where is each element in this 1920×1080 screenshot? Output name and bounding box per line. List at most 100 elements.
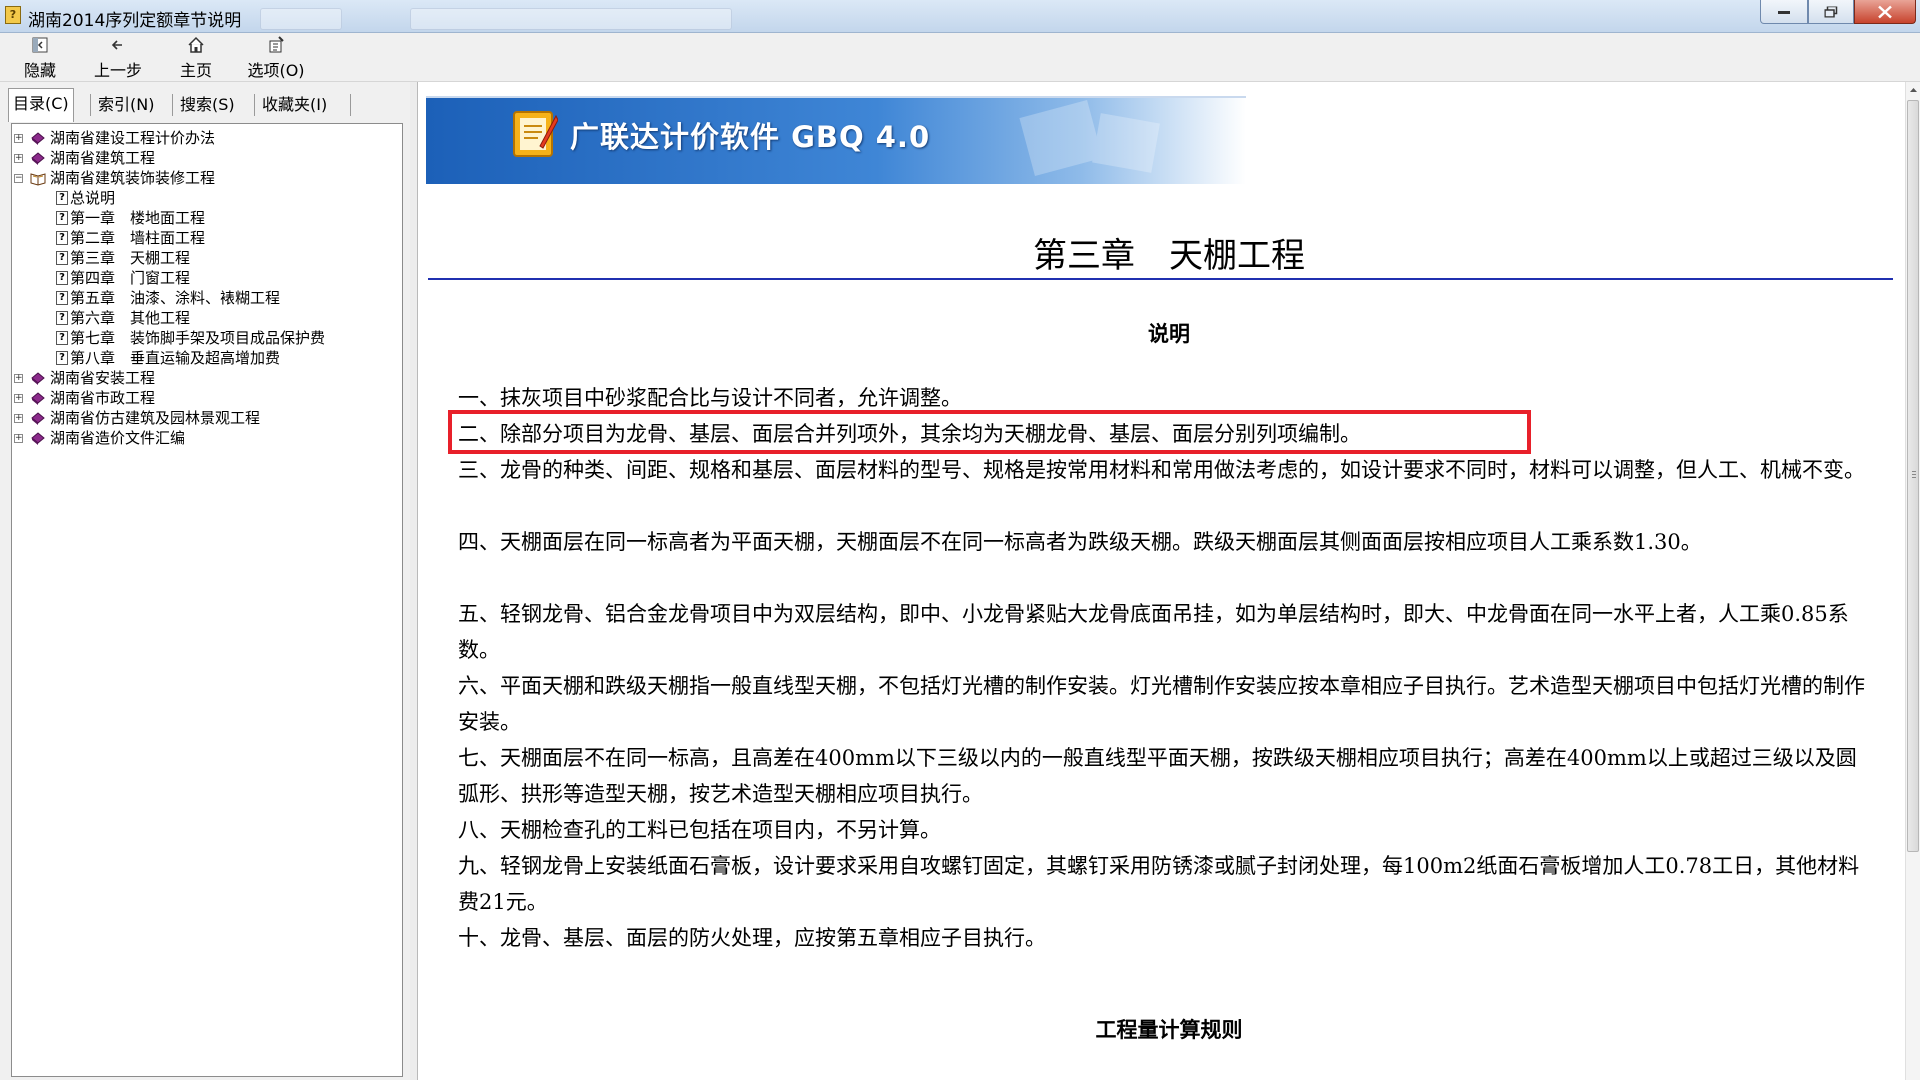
tree-item-chapter-7[interactable]: ? 第七章 装饰脚手架及项目成品保护费	[12, 328, 392, 348]
background-tab-ghost	[260, 8, 342, 30]
tree-item-label: 湖南省建筑装饰装修工程	[50, 169, 216, 187]
tree-item-chapter-4[interactable]: ? 第四章 门窗工程	[12, 268, 392, 288]
title-divider	[428, 278, 1893, 280]
book-closed-icon	[31, 412, 45, 425]
back-label: 上一步	[93, 61, 142, 80]
navigation-panel: 目录(C) 索引(N) 搜索(S) 收藏夹(I) + 湖南省建设工程计价办法 +…	[0, 82, 411, 1080]
help-page-icon: ?	[56, 351, 68, 365]
maximize-button[interactable]	[1808, 0, 1854, 24]
expand-icon[interactable]: +	[14, 414, 23, 423]
paragraph-5: 五、轻钢龙骨、铝合金龙骨项目中为双层结构，即中、小龙骨紧贴大龙骨底面吊挂，如为单…	[458, 602, 1849, 662]
hide-button[interactable]: 隐藏	[18, 35, 62, 80]
close-button[interactable]	[1854, 0, 1916, 24]
help-page-icon: ?	[56, 211, 68, 225]
contents-tree: + 湖南省建设工程计价办法 + 湖南省建筑工程 − 湖南省建筑装饰装修工程 ? …	[11, 123, 403, 1077]
tab-favorites[interactable]: 收藏夹(I)	[258, 90, 331, 120]
expand-icon[interactable]: +	[14, 434, 23, 443]
tab-separator	[172, 94, 173, 116]
paragraph-7: 七、天棚面层不在同一标高，且高差在400mm以下三级以内的一般直线型平面天棚，按…	[458, 746, 1857, 806]
content-scrollbar[interactable]	[1905, 82, 1920, 1080]
scrollbar-thumb[interactable]	[1907, 100, 1919, 852]
book-open-icon	[30, 173, 46, 186]
pane-splitter[interactable]	[410, 82, 418, 1080]
help-page-icon: ?	[56, 231, 68, 245]
book-closed-icon	[31, 432, 45, 445]
expand-icon[interactable]: +	[14, 154, 23, 163]
tree-item-chapter-5[interactable]: ? 第五章 油漆、涂料、裱糊工程	[12, 288, 392, 308]
home-button[interactable]: 主页	[176, 35, 216, 80]
tree-item-label: 第一章 楼地面工程	[70, 209, 206, 227]
help-page-icon: ?	[56, 251, 68, 265]
tree-item-landscape[interactable]: + 湖南省仿古建筑及园林景观工程	[12, 408, 392, 428]
tree-item-label: 湖南省安装工程	[50, 369, 156, 387]
tree-item-chapter-1[interactable]: ? 第一章 楼地面工程	[12, 208, 392, 228]
tree-item-label: 总说明	[70, 189, 116, 207]
book-closed-icon	[31, 392, 45, 405]
help-page-icon: ?	[56, 331, 68, 345]
tab-search[interactable]: 搜索(S)	[176, 90, 239, 120]
background-tab-ghost	[410, 8, 732, 30]
collapse-icon[interactable]: −	[14, 174, 23, 183]
tree-item-label: 湖南省造价文件汇编	[50, 429, 186, 447]
tree-item-label: 第八章 垂直运输及超高增加费	[70, 349, 281, 367]
tree-item-label: 湖南省市政工程	[50, 389, 156, 407]
tree-item-chapter-8[interactable]: ? 第八章 垂直运输及超高增加费	[12, 348, 392, 368]
tab-separator	[350, 94, 351, 116]
options-icon	[244, 35, 308, 57]
tree-item-label: 第六章 其他工程	[70, 309, 191, 327]
tree-item-chapter-6[interactable]: ? 第六章 其他工程	[12, 308, 392, 328]
grip-line	[1912, 471, 1916, 472]
section-heading-notes: 说明	[1148, 321, 1190, 346]
paragraph-6: 六、平面天棚和跌级天棚指一般直线型天棚，不包括灯光槽的制作安装。灯光槽制作安装应…	[458, 674, 1865, 734]
hide-pane-icon	[18, 35, 62, 57]
tree-item-label: 第五章 油漆、涂料、裱糊工程	[70, 289, 281, 307]
tab-index[interactable]: 索引(N)	[94, 90, 158, 120]
tree-item-pricing-method[interactable]: + 湖南省建设工程计价办法	[12, 128, 392, 148]
tree-item-label: 第三章 天棚工程	[70, 249, 191, 267]
app-icon: ?	[5, 6, 21, 24]
tree-item-label: 第四章 门窗工程	[70, 269, 191, 287]
chapter-title: 第三章 天棚工程	[1033, 236, 1305, 276]
back-button[interactable]: 上一步	[90, 35, 146, 80]
options-button[interactable]: 选项(O)	[244, 35, 308, 80]
paragraph-9: 九、轻钢龙骨上安装纸面石膏板，设计要求采用自攻螺钉固定，其螺钉采用防锈漆或腻子封…	[458, 854, 1860, 914]
minimize-button[interactable]	[1760, 0, 1808, 24]
options-label: 选项(O)	[247, 61, 305, 80]
gbq-logo-icon	[513, 111, 558, 157]
paragraph-8: 八、天棚检查孔的工料已包括在项目内，不另计算。	[458, 818, 941, 842]
tree-item-label: 湖南省建筑工程	[50, 149, 156, 167]
tree-item-label: 湖南省建设工程计价办法	[50, 129, 216, 147]
tree-item-municipal[interactable]: + 湖南省市政工程	[12, 388, 392, 408]
help-page-icon: ?	[56, 191, 68, 205]
tree-item-chapter-3[interactable]: ? 第三章 天棚工程	[12, 248, 392, 268]
tab-separator	[90, 94, 91, 116]
paragraph-3: 三、龙骨的种类、间距、规格和基层、面层材料的型号、规格是按常用材料和常用做法考虑…	[458, 458, 1865, 482]
expand-icon[interactable]: +	[14, 394, 23, 403]
tree-item-construction[interactable]: + 湖南省建筑工程	[12, 148, 392, 168]
help-page-icon: ?	[56, 271, 68, 285]
help-page-icon: ?	[56, 311, 68, 325]
tree-item-chapter-2[interactable]: ? 第二章 墙柱面工程	[12, 228, 392, 248]
paragraph-4: 四、天棚面层在同一标高者为平面天棚，天棚面层不在同一标高者为跌级天棚。跌级天棚面…	[458, 530, 1702, 554]
expand-icon[interactable]: +	[14, 374, 23, 383]
book-closed-icon	[31, 132, 45, 145]
tree-item-cost-documents[interactable]: + 湖南省造价文件汇编	[12, 428, 392, 448]
banner-decoration-icon	[1019, 99, 1160, 177]
scroll-up-icon[interactable]	[1906, 82, 1920, 99]
tab-separator	[254, 94, 255, 116]
highlight-box	[448, 410, 1531, 454]
tree-item-general[interactable]: ? 总说明	[12, 188, 392, 208]
tree-item-decoration[interactable]: − 湖南省建筑装饰装修工程	[12, 168, 392, 188]
tree-item-label: 第二章 墙柱面工程	[70, 229, 206, 247]
tree-item-label: 湖南省仿古建筑及园林景观工程	[50, 409, 261, 427]
title-bar: ? 湖南2014序列定额章节说明	[0, 0, 1920, 33]
back-arrow-icon	[90, 35, 146, 57]
section-heading-rules: 工程量计算规则	[1095, 1017, 1243, 1042]
book-closed-icon	[31, 372, 45, 385]
hide-label: 隐藏	[23, 61, 56, 80]
paragraph-10: 十、龙骨、基层、面层的防火处理，应按第五章相应子目执行。	[458, 926, 1046, 950]
tree-item-installation[interactable]: + 湖南省安装工程	[12, 368, 392, 388]
banner-title: 广联达计价软件 GBQ 4.0	[570, 120, 931, 154]
tab-contents[interactable]: 目录(C)	[8, 88, 74, 122]
expand-icon[interactable]: +	[14, 134, 23, 143]
